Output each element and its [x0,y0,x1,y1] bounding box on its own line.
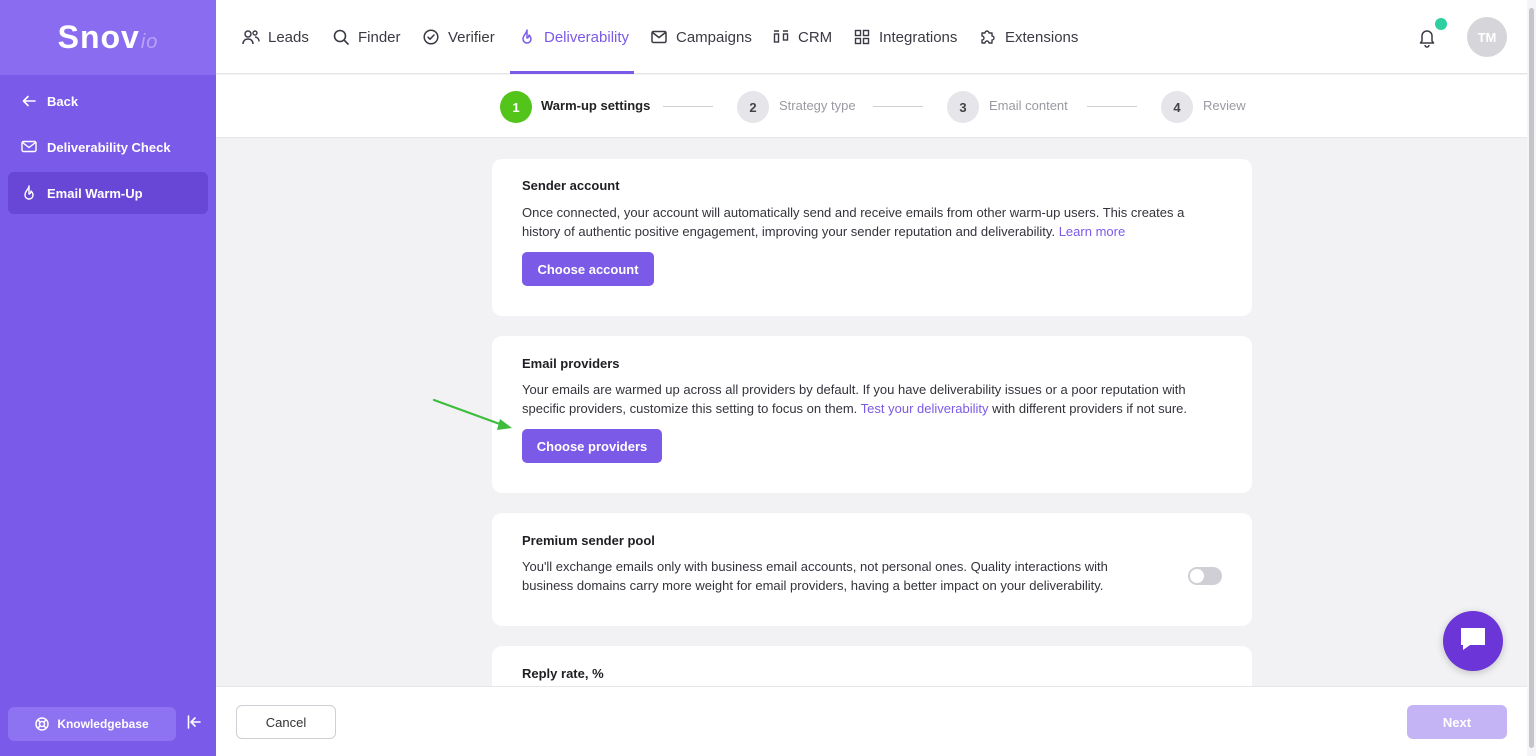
test-deliverability-link[interactable]: Test your deliverability [861,401,989,416]
premium-pool-title: Premium sender pool [522,533,655,548]
arrow-left-icon [21,93,37,109]
reply-rate-title: Reply rate, % [522,666,604,681]
description-text: with different providers if not sure. [992,401,1188,416]
step-4-label[interactable]: Review [1203,98,1246,113]
chat-button[interactable] [1443,611,1503,671]
scrollbar-thumb[interactable] [1529,8,1534,748]
sidebar-item-label: Deliverability Check [47,139,171,155]
avatar[interactable]: TM [1467,17,1507,57]
step-1-label[interactable]: Warm-up settings [541,98,650,113]
chat-bubble-icon [1458,625,1488,658]
knowledgebase-label: Knowledgebase [57,717,149,731]
nav-integrations[interactable]: Integrations [853,0,957,74]
toggle-knob [1190,569,1204,583]
choose-account-button[interactable]: Choose account [522,252,654,286]
step-2-number[interactable]: 2 [737,91,769,123]
mail-icon [650,28,668,46]
nav-crm[interactable]: CRM [772,0,832,74]
nav-label: Verifier [448,28,495,46]
nav-campaigns[interactable]: Campaigns [650,0,752,74]
step-2-label[interactable]: Strategy type [779,98,856,113]
nav-label: Deliverability [544,28,630,46]
cancel-button[interactable]: Cancel [236,705,336,739]
step-4-number[interactable]: 4 [1161,91,1193,123]
premium-pool-description: You'll exchange emails only with busines… [522,559,1108,593]
sidebar: Snovio Back Deliverability Check Email W… [0,0,216,756]
nav-extensions[interactable]: Extensions [979,0,1078,74]
bell-icon [1416,30,1438,52]
nav-label: Leads [268,28,309,46]
sidebar-item-back[interactable]: Back [8,80,208,122]
step-3-label[interactable]: Email content [989,98,1068,113]
active-tab-underline [510,71,634,74]
collapse-icon [187,714,201,734]
footer: Cancel Next [216,686,1527,756]
stepper: 1 Warm-up settings 2 Strategy type 3 Ema… [216,75,1527,138]
learn-more-link[interactable]: Learn more [1059,224,1125,239]
step-connector [663,106,713,107]
step-connector [1087,106,1137,107]
choose-providers-button[interactable]: Choose providers [522,429,662,463]
sender-account-card: Sender account Once connected, your acco… [492,159,1252,316]
lifebuoy-icon [35,717,50,731]
nav-leads[interactable]: Leads [242,0,309,74]
flame-icon [518,28,536,46]
logo-bar: Snovio [0,0,216,75]
nav-label: Finder [358,28,401,46]
puzzle-icon [979,28,997,46]
collapse-sidebar-button[interactable] [184,714,204,734]
check-circle-icon [422,28,440,46]
sidebar-item-label: Email Warm-Up [47,185,143,201]
sender-account-title: Sender account [522,178,620,193]
notifications-button[interactable] [1416,26,1438,48]
nav-verifier[interactable]: Verifier [422,0,495,74]
crm-icon [772,28,790,46]
step-1-number[interactable]: 1 [500,91,532,123]
premium-pool-toggle[interactable] [1188,567,1222,585]
step-3-number[interactable]: 3 [947,91,979,123]
sidebar-item-label: Back [47,93,79,109]
search-icon [332,28,350,46]
nav-deliverability[interactable]: Deliverability [518,0,629,74]
nav-finder[interactable]: Finder [332,0,401,74]
sidebar-item-email-warm-up[interactable]: Email Warm-Up [8,172,208,214]
email-providers-title: Email providers [522,356,620,371]
premium-sender-pool-card: Premium sender pool You'll exchange emai… [492,513,1252,626]
mail-check-icon [21,139,37,155]
email-providers-card: Email providers Your emails are warmed u… [492,336,1252,493]
logo-suffix: io [140,31,159,53]
sidebar-item-deliverability-check[interactable]: Deliverability Check [8,126,208,168]
nav-label: Integrations [879,28,958,46]
logo[interactable]: Snovio [58,19,159,56]
top-navigation: Leads Finder Verifier Deliverability Cam… [216,0,1527,74]
email-providers-description: Your emails are warmed up across all pro… [522,380,1212,418]
notification-dot [1435,18,1447,30]
sender-account-description: Once connected, your account will automa… [522,203,1212,241]
step-connector [873,106,923,107]
annotation-arrow-icon [432,398,512,430]
nav-label: Campaigns [676,28,752,46]
knowledgebase-button[interactable]: Knowledgebase [8,707,176,741]
users-icon [242,28,260,46]
nav-label: Extensions [1005,28,1079,46]
logo-main: Snov [57,19,140,55]
nav-label: CRM [798,28,833,46]
grid-icon [853,28,871,46]
next-button[interactable]: Next [1407,705,1507,739]
flame-icon [21,185,37,201]
